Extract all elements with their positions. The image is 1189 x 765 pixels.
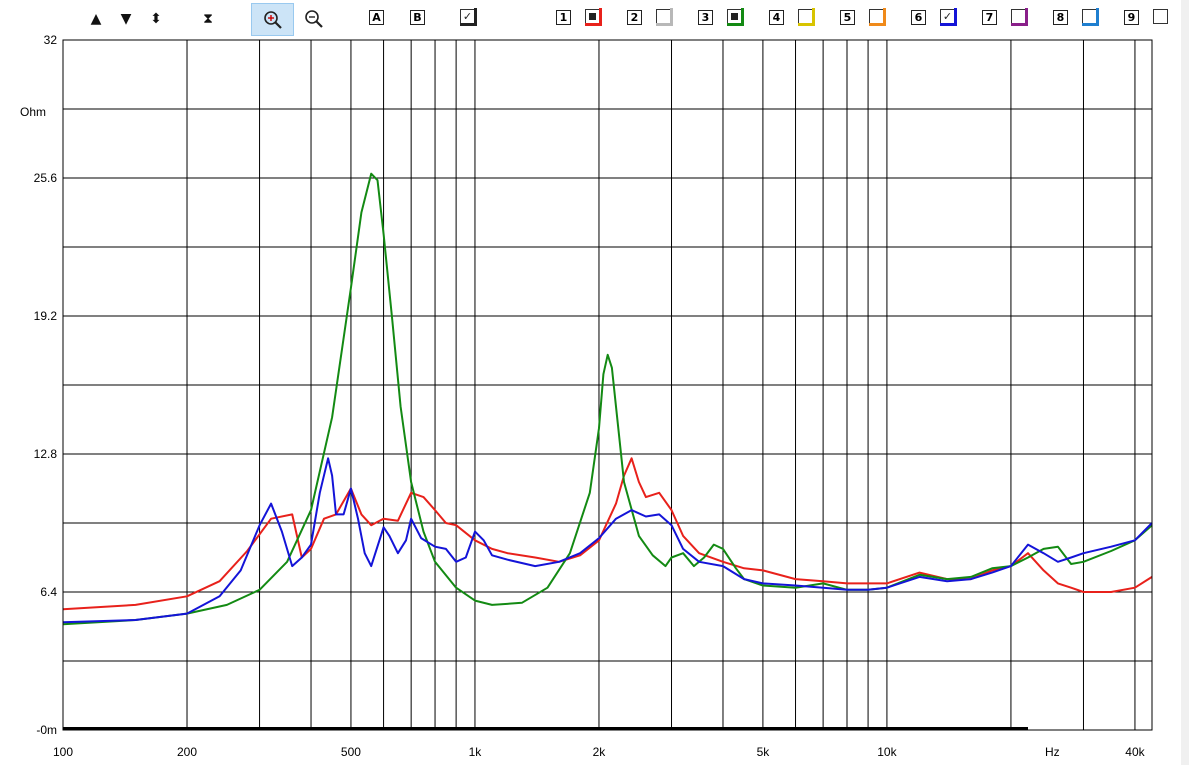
x-tick-label: 10k: [877, 745, 897, 759]
impedance-chart: 32 25.6 19.2 12.8 6.4 -0m 100 200 500 1k 2k 5k 10k 4…: [20, 33, 1153, 759]
y-axis-labels: 32 25.6 19.2 12.8 6.4 -0m: [34, 33, 58, 737]
x-tick-label: 1k: [469, 745, 483, 759]
x-tick-label: 100: [53, 745, 73, 759]
x-tick-label: 40k: [1125, 745, 1145, 759]
y-tick-label: 6.4: [40, 585, 57, 599]
y-tick-label: 12.8: [34, 447, 58, 461]
x-tick-label: 500: [341, 745, 361, 759]
x-tick-label: 2k: [593, 745, 607, 759]
x-tick-label: 5k: [757, 745, 771, 759]
y-tick-label: -0m: [36, 723, 57, 737]
scrollbar-track[interactable]: [1181, 0, 1189, 765]
y-axis-unit: Ohm: [20, 105, 46, 119]
y-tick-label: 25.6: [34, 171, 58, 185]
y-tick-label: 19.2: [34, 309, 58, 323]
x-axis-unit: Hz: [1045, 745, 1060, 759]
x-axis-labels: 100 200 500 1k 2k 5k 10k 40k: [53, 745, 1146, 759]
y-tick-label: 32: [44, 33, 58, 47]
x-tick-label: 200: [177, 745, 197, 759]
